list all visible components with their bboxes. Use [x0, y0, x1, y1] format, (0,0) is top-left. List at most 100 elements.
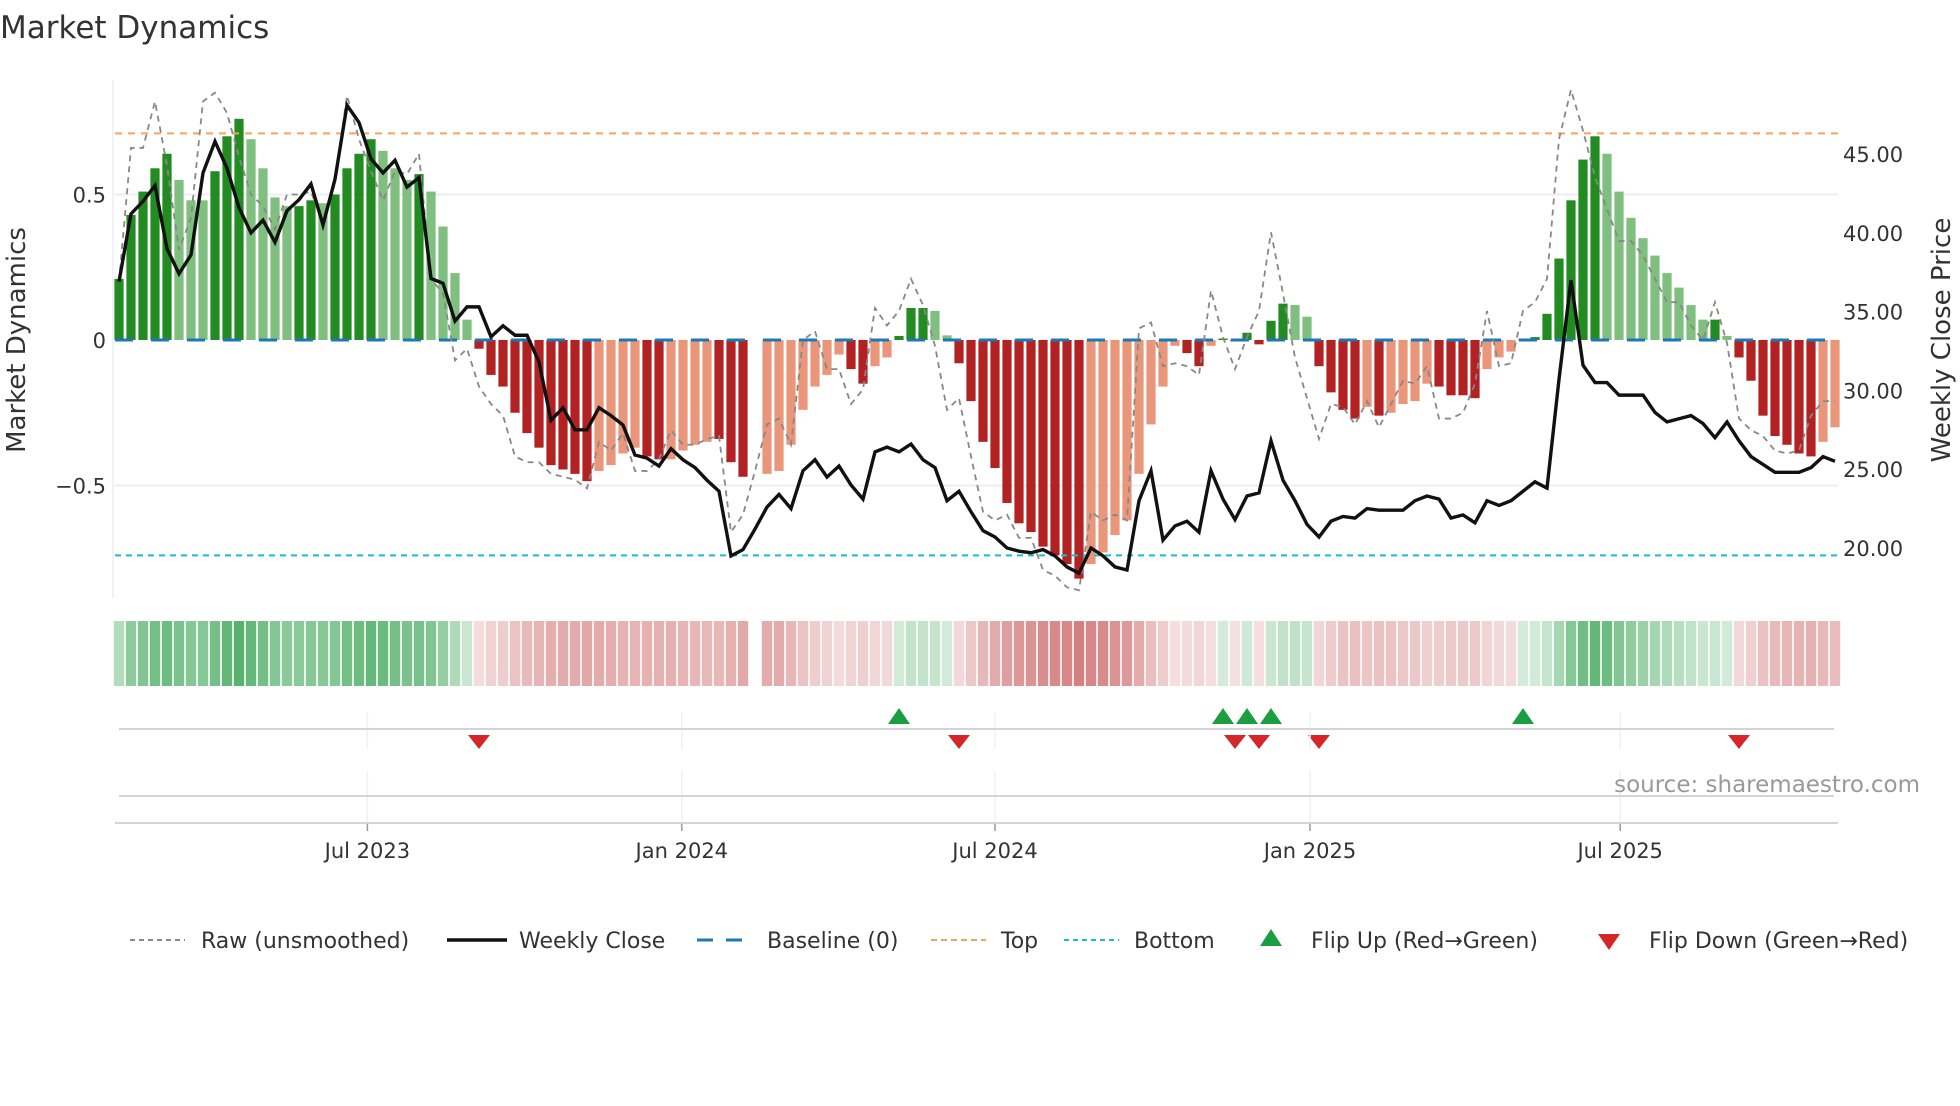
- momentum-bar: [1266, 320, 1276, 340]
- momentum-bar: [690, 340, 700, 445]
- heatmap-cell: [653, 621, 665, 686]
- momentum-bar: [510, 340, 520, 413]
- heatmap-cell: [1469, 621, 1481, 686]
- momentum-heatmap-strip: [113, 621, 1841, 686]
- source-credit: source: sharemaestro.com: [1614, 772, 1920, 798]
- heatmap-cell: [773, 621, 785, 686]
- heatmap-cell: [1169, 621, 1181, 686]
- right-y-ticks: 45.00 40.00 35.00 30.00 25.00 20.00: [1843, 143, 1903, 561]
- heatmap-cell: [221, 621, 233, 686]
- heatmap-cell: [1157, 621, 1169, 686]
- momentum-bar: [1674, 287, 1684, 340]
- heatmap-cell: [473, 621, 485, 686]
- heatmap-cell: [1025, 621, 1037, 686]
- heatmap-cell: [137, 621, 149, 686]
- heatmap-cell: [1433, 621, 1445, 686]
- momentum-bar: [1122, 340, 1132, 521]
- legend-label-raw: Raw (unsmoothed): [201, 929, 409, 954]
- momentum-bar: [234, 118, 244, 340]
- heatmap-cell: [1073, 621, 1085, 686]
- heatmap-cell: [509, 621, 521, 686]
- momentum-bar: [1254, 340, 1264, 345]
- momentum-bar: [558, 340, 568, 470]
- flip-down-marker: [948, 735, 970, 749]
- momentum-bar: [906, 307, 916, 340]
- momentum-bar: [1626, 217, 1636, 340]
- momentum-bar: [354, 153, 364, 340]
- heatmap-cell: [953, 621, 965, 686]
- heatmap-cell: [437, 621, 449, 686]
- heatmap-cell: [881, 621, 893, 686]
- momentum-bar: [1410, 340, 1420, 402]
- heatmap-cell: [1517, 621, 1529, 686]
- left-y-axis-label: Market Dynamics: [2, 227, 32, 453]
- heatmap-cell: [533, 621, 545, 686]
- momentum-bar: [1074, 340, 1084, 579]
- momentum-bar: [1782, 340, 1792, 445]
- heatmap-cell: [869, 621, 881, 686]
- heatmap-cell: [677, 621, 689, 686]
- heatmap-cell: [1313, 621, 1325, 686]
- momentum-bar: [1026, 340, 1036, 533]
- heatmap-cell: [557, 621, 569, 686]
- heatmap-cell: [821, 621, 833, 686]
- momentum-bar: [330, 194, 340, 340]
- heatmap-cell: [1049, 621, 1061, 686]
- momentum-bar: [1314, 340, 1324, 367]
- heatmap-cell: [713, 621, 725, 686]
- momentum-bar: [1050, 340, 1060, 556]
- momentum-bar: [1794, 340, 1804, 454]
- heatmap-cell: [1085, 621, 1097, 686]
- momentum-bar: [1758, 340, 1768, 416]
- heatmap-cell: [1361, 621, 1373, 686]
- right-y-tick-label: 25.00: [1843, 458, 1903, 482]
- heatmap-cell: [401, 621, 413, 686]
- heatmap-cell: [149, 621, 161, 686]
- legend-label-top: Top: [1000, 929, 1038, 954]
- heatmap-cell: [569, 621, 581, 686]
- momentum-bar: [402, 179, 412, 340]
- heatmap-cell: [1265, 621, 1277, 686]
- heatmap-cell: [1253, 621, 1265, 686]
- heatmap-cell: [1673, 621, 1685, 686]
- momentum-bar: [1062, 340, 1072, 565]
- momentum-bar: [738, 340, 748, 477]
- heatmap-cell: [545, 621, 557, 686]
- momentum-bar: [114, 278, 124, 340]
- y-tick-label: −0.5: [55, 475, 106, 499]
- momentum-bar: [1002, 340, 1012, 503]
- heatmap-cell: [1013, 621, 1025, 686]
- heatmap-cell: [257, 621, 269, 686]
- momentum-bar: [882, 340, 892, 358]
- momentum-bar: [1446, 340, 1456, 396]
- momentum-bar: [246, 139, 256, 340]
- heatmap-cell: [1445, 621, 1457, 686]
- heatmap-cell: [1553, 621, 1565, 686]
- heatmap-cell: [353, 621, 365, 686]
- heatmap-cell: [941, 621, 953, 686]
- momentum-bar: [726, 340, 736, 463]
- momentum-bar: [1590, 136, 1600, 340]
- heatmap-cell: [1289, 621, 1301, 686]
- heatmap-cell: [1457, 621, 1469, 686]
- momentum-bar: [1746, 340, 1756, 381]
- legend-flip-up-icon: [1260, 929, 1282, 946]
- heatmap-cell: [1145, 621, 1157, 686]
- heatmap-cell: [617, 621, 629, 686]
- heatmap-cell: [1637, 621, 1649, 686]
- heatmap-cell: [1277, 621, 1289, 686]
- momentum-bar: [1290, 305, 1300, 340]
- momentum-bar: [1818, 340, 1828, 442]
- heatmap-cell: [1613, 621, 1625, 686]
- heatmap-cell: [725, 621, 737, 686]
- heatmap-cell: [917, 621, 929, 686]
- heatmap-cell: [1565, 621, 1577, 686]
- heatmap-cell: [1181, 621, 1193, 686]
- heatmap-cell: [1001, 621, 1013, 686]
- momentum-bar: [1806, 340, 1816, 457]
- heatmap-cell: [581, 621, 593, 686]
- momentum-bar: [198, 200, 208, 340]
- heatmap-cell: [1193, 621, 1205, 686]
- momentum-bar: [1554, 258, 1564, 340]
- momentum-bar: [630, 340, 640, 448]
